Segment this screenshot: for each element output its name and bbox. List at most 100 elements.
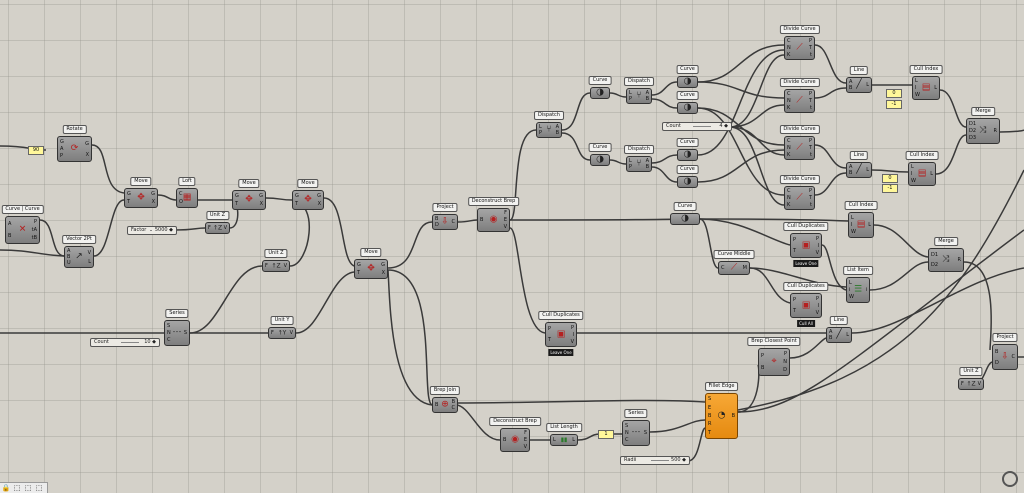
cull-index-node-2[interactable]: Cull Index LIW L ▤	[905, 151, 939, 186]
divide-curve-node-2[interactable]: Divide Curve CNK PTt ⟋	[779, 78, 820, 113]
move-icon: ✥	[245, 194, 253, 205]
slider-track[interactable]	[121, 342, 139, 343]
series-icon: ⋯	[172, 327, 182, 338]
unit-y-icon: ↑Y	[277, 329, 287, 337]
line-node-3[interactable]: Line AB L ╱	[826, 316, 852, 343]
series-node-1[interactable]: Series SNC S ⋯	[164, 309, 190, 346]
curve-icon: ◑	[681, 213, 689, 224]
project-icon: ⇩	[441, 216, 449, 227]
curve-param-c[interactable]: Curve ◑	[588, 143, 612, 166]
mode-badge: Leave One	[793, 260, 819, 267]
curve-icon: ◑	[683, 102, 692, 113]
radii-slider[interactable]: Radii 500 ◆	[620, 456, 690, 465]
cull-icon: ▤	[921, 82, 931, 93]
move-node-1[interactable]: Move GT GX ✥	[124, 177, 158, 208]
line-node-1[interactable]: Line AB L ╱	[846, 66, 872, 93]
unit-z-node-2[interactable]: Unit Z F V ↑Z	[262, 249, 290, 272]
slider-track[interactable]	[651, 460, 669, 461]
curve-param-b1[interactable]: Curve ◑	[676, 65, 699, 88]
cull-duplicates-node-1[interactable]: Cull Duplicates PT PIV ▣ Leave One	[783, 222, 829, 267]
curve-param-long[interactable]: Curve ◑	[670, 202, 700, 225]
preview-icon[interactable]: ⬚	[12, 484, 22, 493]
count-slider-1[interactable]: Count 10 ◆	[90, 338, 160, 347]
curve-param-b2[interactable]: Curve ◑	[676, 91, 699, 114]
move-node-2[interactable]: Move GT GX ✥	[232, 179, 266, 210]
cull-duplicates-node-2[interactable]: Cull Duplicates PT PIV ▣ Cull All	[783, 282, 829, 327]
divide-curve-node-4[interactable]: Divide Curve CNK PTt ⟋	[779, 175, 820, 210]
line-icon: ╱	[836, 329, 842, 340]
divide-curve-node-1[interactable]: Divide Curve CNK PTt ⟋	[779, 25, 820, 60]
vector-2pt-node[interactable]: Vector 2Pt ABU VL ↗	[62, 235, 96, 268]
loft-node[interactable]: Loft CO ▦	[176, 177, 198, 208]
project-icon: ⇩	[1001, 351, 1009, 362]
closest-point-icon: ⌖	[771, 356, 777, 367]
fillet-icon: ◔	[717, 410, 726, 421]
curve-icon: ◑	[683, 76, 692, 87]
merge-node-2[interactable]: Merge D1 D2 R ⤨	[928, 237, 964, 272]
unit-z-icon: ↑Z	[271, 262, 281, 270]
unit-z-node-3[interactable]: Unit Z F V ↑Z	[958, 367, 984, 390]
curve-param-a[interactable]: Curve ◑	[588, 76, 612, 99]
factor-slider[interactable]: Factor 5000 ◆	[127, 226, 177, 235]
panel-0-b[interactable]: 0	[882, 174, 898, 183]
list-length-node[interactable]: List Length L L ▮▮	[546, 423, 582, 446]
loft-icon: ▦	[182, 192, 192, 203]
dispatch-icon: ⑂	[546, 124, 552, 135]
brep-icon: ◉	[489, 214, 498, 225]
cull-icon: ▤	[917, 168, 927, 179]
dispatch-node-2[interactable]: Dispatch LP AB ⑂	[624, 77, 654, 104]
count-slider-2[interactable]: Count 4 ◆	[662, 122, 732, 131]
move-node-3[interactable]: Move GT GX ✥	[292, 179, 324, 210]
panel-neg1-b[interactable]: -1	[882, 184, 898, 193]
deconstruct-brep-node-1[interactable]: Deconstruct Brep B FEV ◉	[467, 197, 520, 232]
slider-track[interactable]	[693, 126, 711, 127]
move-node-4[interactable]: Move GT GX ✥	[354, 248, 388, 279]
list-icon: ☰	[853, 284, 863, 295]
divide-icon: ⟋	[796, 142, 803, 153]
display-icon[interactable]: ⬚	[23, 484, 33, 493]
panel-neg1-a[interactable]: -1	[886, 100, 902, 109]
fillet-edge-node[interactable]: Fillet Edge SEBRT B ◔	[704, 382, 739, 439]
brep-closest-point-node[interactable]: Brep Closest Point PB PND ⌖	[747, 337, 801, 376]
merge-icon: ⤨	[979, 125, 987, 136]
vector-icon: ↗	[75, 251, 83, 262]
brep-join-node[interactable]: Brep Join B BC ⊕	[429, 386, 461, 413]
cull-duplicates-node-3[interactable]: Cull Duplicates PT PIV ▣ Leave One	[538, 311, 584, 356]
line-node-2[interactable]: Line AB L ╱	[846, 151, 872, 178]
panel-90[interactable]: 90	[28, 146, 44, 155]
move-icon: ✥	[304, 194, 312, 205]
list-item-node[interactable]: List Item LiW i ☰	[843, 266, 873, 303]
curve-middle-icon: ⟋	[730, 262, 738, 273]
curve-icon: ◑	[683, 176, 692, 187]
project-node[interactable]: Project BD C ⇩	[432, 203, 458, 230]
dispatch-node-3[interactable]: Dispatch LP AB ⑂	[624, 145, 654, 172]
navigation-compass-icon[interactable]	[1002, 471, 1018, 487]
curve-param-d1[interactable]: Curve ◑	[676, 138, 699, 161]
deconstruct-brep-node-2[interactable]: Deconstruct Brep B FEV ◉	[489, 417, 541, 452]
series-node-2[interactable]: Series SNC S ⋯	[622, 409, 650, 446]
divide-curve-node-3[interactable]: Divide Curve CNK PTt ⟋	[779, 125, 820, 160]
curve-icon: ◑	[683, 149, 692, 160]
panel-0-a[interactable]: 0	[886, 89, 902, 98]
lock-icon[interactable]: 🔒	[1, 484, 11, 493]
curve-middle-node[interactable]: Curve Middle C M ⟋	[713, 250, 755, 275]
cull-index-node-3[interactable]: Cull Index LIW L ▤	[844, 201, 878, 238]
settings-icon[interactable]: ⬚	[34, 484, 44, 493]
unit-z-node-1[interactable]: Unit Z F V ↑Z	[205, 211, 230, 234]
rotate-node[interactable]: Rotate GAP GX ⟳	[57, 125, 92, 162]
canvas-toolbar: 🔒 ⬚ ⬚ ⬚	[0, 482, 48, 493]
unit-y-node[interactable]: Unit Y F V ↑Y	[268, 316, 296, 339]
intersect-icon: ✕	[18, 224, 27, 235]
merge-node-1[interactable]: Merge D1 D2 D3 R ⤨	[966, 107, 1000, 144]
divide-icon: ⟋	[796, 95, 803, 106]
curve-curve-node[interactable]: Curve | Curve AB PtA tB ✕	[1, 205, 44, 244]
slider-track[interactable]	[150, 230, 152, 231]
curve-param-d2[interactable]: Curve ◑	[676, 165, 699, 188]
unit-z-icon: ↑Z	[966, 380, 976, 388]
cull-index-node-1[interactable]: Cull Index LIW L ▤	[909, 65, 943, 100]
project-node-2[interactable]: Project BD C ⇩	[992, 333, 1018, 370]
dispatch-node-1[interactable]: Dispatch LP AB ⑂	[534, 111, 564, 138]
panel-1[interactable]: 1	[598, 430, 614, 439]
dispatch-icon: ⑂	[636, 90, 642, 101]
divide-icon: ⟋	[796, 192, 803, 203]
